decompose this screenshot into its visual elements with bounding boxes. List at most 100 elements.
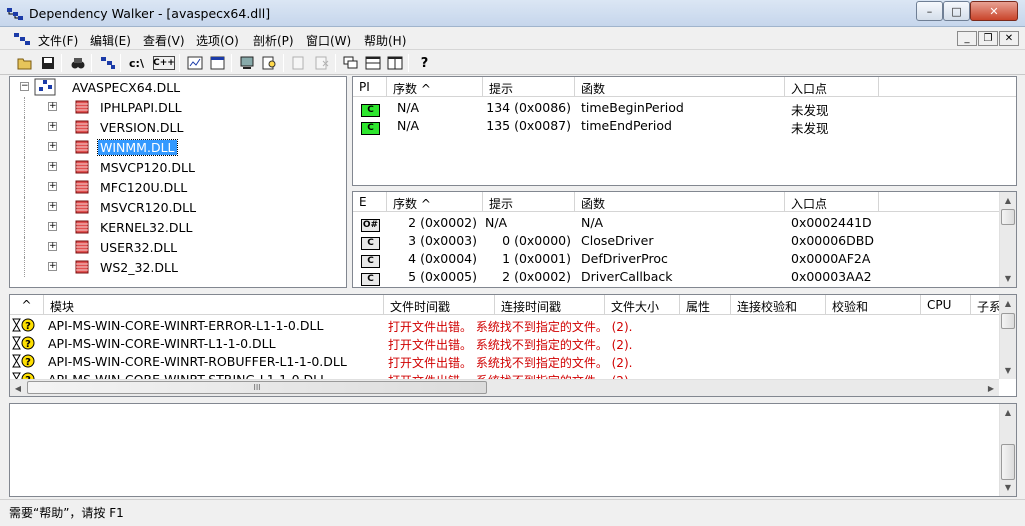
expand-icon[interactable]: +: [48, 222, 57, 231]
expand-icon[interactable]: +: [48, 102, 57, 111]
col-hint[interactable]: 提示: [483, 192, 575, 212]
scroll-up-icon[interactable]: ▲: [1000, 192, 1016, 209]
mdi-minimize-button[interactable]: _: [957, 31, 977, 46]
modules-vscroll[interactable]: ▲ ▼: [999, 295, 1016, 379]
expand-icon[interactable]: +: [48, 262, 57, 271]
tree-item[interactable]: + MSVCP120.DLL: [10, 157, 340, 177]
find-button[interactable]: [67, 53, 88, 73]
modules-hscroll[interactable]: ◀ III ▶: [10, 379, 999, 396]
tree-root[interactable]: − AVASPECX64.DLL: [10, 77, 340, 97]
tile-vertical-button[interactable]: [384, 53, 405, 73]
col-ordinal[interactable]: 序数 ^: [387, 192, 483, 212]
exports-vscroll[interactable]: ▲ ▼: [999, 192, 1016, 287]
menu-edit[interactable]: 编辑(E): [90, 32, 131, 49]
col-file-size[interactable]: 文件大小: [605, 295, 680, 315]
table-row[interactable]: C N/A 134 (0x0086) timeBeginPeriod 未发现: [353, 98, 1016, 118]
tree-item[interactable]: + MSVCR120.DLL: [10, 197, 340, 217]
collapse-icon[interactable]: −: [20, 82, 29, 91]
tree-item[interactable]: + WINMM.DLL: [10, 137, 340, 157]
col-module[interactable]: 模块: [44, 295, 384, 315]
menu-profile[interactable]: 剖析(P): [253, 32, 294, 49]
goto-next-button[interactable]: [311, 53, 332, 73]
col-attributes[interactable]: 属性: [680, 295, 731, 315]
minimize-button[interactable]: –: [916, 1, 943, 21]
expand-icon[interactable]: +: [48, 202, 57, 211]
col-link-checksum[interactable]: 连接校验和: [731, 295, 826, 315]
maximize-button[interactable]: □: [943, 1, 970, 21]
context-help-button[interactable]: ?: [414, 53, 435, 73]
highlight-button[interactable]: [184, 53, 205, 73]
tree-item[interactable]: + VERSION.DLL: [10, 117, 340, 137]
col-pi[interactable]: PI: [353, 77, 387, 97]
table-row[interactable]: ? API-MS-WIN-CORE-WINRT-STRING-L1-1-0.DLL…: [10, 370, 999, 379]
expand-icon[interactable]: +: [48, 122, 57, 131]
col-ordinal[interactable]: 序数 ^: [387, 77, 483, 97]
menu-window[interactable]: 窗口(W): [306, 32, 351, 49]
table-row[interactable]: ? API-MS-WIN-CORE-WINRT-L1-1-0.DLL 打开文件出错。…: [10, 334, 999, 352]
scroll-thumb[interactable]: [1001, 313, 1015, 329]
scroll-down-icon[interactable]: ▼: [1000, 362, 1016, 379]
tree-item[interactable]: + USER32.DLL: [10, 237, 340, 257]
menu-file[interactable]: 文件(F): [38, 32, 78, 49]
tree-item[interactable]: + MFC120U.DLL: [10, 177, 340, 197]
expand-icon[interactable]: +: [48, 142, 57, 151]
tree-item[interactable]: + WS2_32.DLL: [10, 257, 340, 277]
col-subsystem[interactable]: 子系: [971, 295, 1001, 315]
col-function[interactable]: 函数: [575, 192, 785, 212]
modules-list[interactable]: ^ 模块 文件时间戳 连接时间戳 文件大小 属性 连接校验和 校验和 CPU 子…: [9, 294, 1017, 397]
copy-button[interactable]: [97, 53, 118, 73]
scroll-thumb[interactable]: [1001, 444, 1015, 480]
cascade-button[interactable]: [340, 53, 361, 73]
close-button[interactable]: ✕: [970, 1, 1018, 21]
system-info-button[interactable]: [236, 53, 257, 73]
log-pane[interactable]: ▲ ▼: [9, 403, 1017, 497]
tile-horizontal-button[interactable]: [362, 53, 383, 73]
scroll-up-icon[interactable]: ▲: [1000, 404, 1016, 421]
save-button[interactable]: [37, 53, 58, 73]
table-row[interactable]: ? API-MS-WIN-CORE-WINRT-ROBUFFER-L1-1-0.D…: [10, 352, 999, 370]
open-button[interactable]: [14, 53, 35, 73]
expand-icon[interactable]: +: [48, 242, 57, 251]
col-cpu[interactable]: CPU: [921, 295, 971, 315]
module-tree[interactable]: − AVASPECX64.DLL + IPHLPAPI.DLL + VERSION.D…: [9, 76, 347, 288]
table-row[interactable]: C4 (0x0004) 1 (0x0001) DefDriverProc 0x0000…: [353, 249, 1016, 268]
col-function[interactable]: 函数: [575, 77, 785, 97]
col-hint[interactable]: 提示: [483, 77, 575, 97]
goto-button[interactable]: [288, 53, 309, 73]
col-sort[interactable]: ^: [10, 295, 44, 315]
scroll-thumb[interactable]: [1001, 209, 1015, 225]
col-entry-point[interactable]: 入口点: [785, 192, 879, 212]
col-entry-point[interactable]: 入口点: [785, 77, 879, 97]
table-row[interactable]: C N/A 135 (0x0087) timeEndPeriod 未发现: [353, 116, 1016, 136]
col-link-timestamp[interactable]: 连接时间戳: [495, 295, 605, 315]
table-row[interactable]: C3 (0x0003) 0 (0x0000) CloseDriver 0x00006D…: [353, 231, 1016, 250]
mdi-child-icon[interactable]: [14, 33, 30, 46]
col-e[interactable]: E: [353, 192, 387, 212]
properties-button[interactable]: [207, 53, 228, 73]
table-row[interactable]: O# 2 (0x0002) N/A N/A 0x0002441D: [353, 213, 1016, 232]
undecorate-cpp-button[interactable]: C++: [153, 56, 175, 70]
tree-item[interactable]: + KERNEL32.DLL: [10, 217, 340, 237]
expand-icon[interactable]: +: [48, 162, 57, 171]
scroll-right-icon[interactable]: ▶: [983, 380, 999, 397]
exports-table[interactable]: E 序数 ^ 提示 函数 入口点 O# 2 (0x0002) N/A N/A 0x000…: [352, 191, 1017, 288]
scroll-down-icon[interactable]: ▼: [1000, 479, 1016, 496]
title-bar[interactable]: Dependency Walker - [avaspecx64.dll] – □…: [0, 0, 1025, 27]
mdi-restore-button[interactable]: ❐: [978, 31, 998, 46]
view-module-button[interactable]: [259, 53, 280, 73]
tree-item[interactable]: + IPHLPAPI.DLL: [10, 97, 340, 117]
scroll-up-icon[interactable]: ▲: [1000, 295, 1016, 312]
col-checksum[interactable]: 校验和: [826, 295, 921, 315]
scroll-left-icon[interactable]: ◀: [10, 380, 26, 397]
log-vscroll[interactable]: ▲ ▼: [999, 404, 1016, 496]
menu-view[interactable]: 查看(V): [143, 32, 185, 49]
imports-table[interactable]: PI 序数 ^ 提示 函数 入口点 C N/A 134 (0x0086) timeBe…: [352, 76, 1017, 186]
menu-help[interactable]: 帮助(H): [364, 32, 406, 49]
table-row[interactable]: ? API-MS-WIN-CORE-WINRT-ERROR-L1-1-0.DLL 打…: [10, 316, 999, 334]
col-file-timestamp[interactable]: 文件时间戳: [384, 295, 495, 315]
table-row[interactable]: C 5 (0x0005) 2 (0x0002) DriverCallback 0x000…: [353, 267, 1016, 286]
mdi-close-button[interactable]: ✕: [999, 31, 1019, 46]
expand-icon[interactable]: +: [48, 182, 57, 191]
full-paths-button[interactable]: c:\: [126, 53, 147, 73]
hscroll-thumb[interactable]: III: [27, 381, 487, 394]
